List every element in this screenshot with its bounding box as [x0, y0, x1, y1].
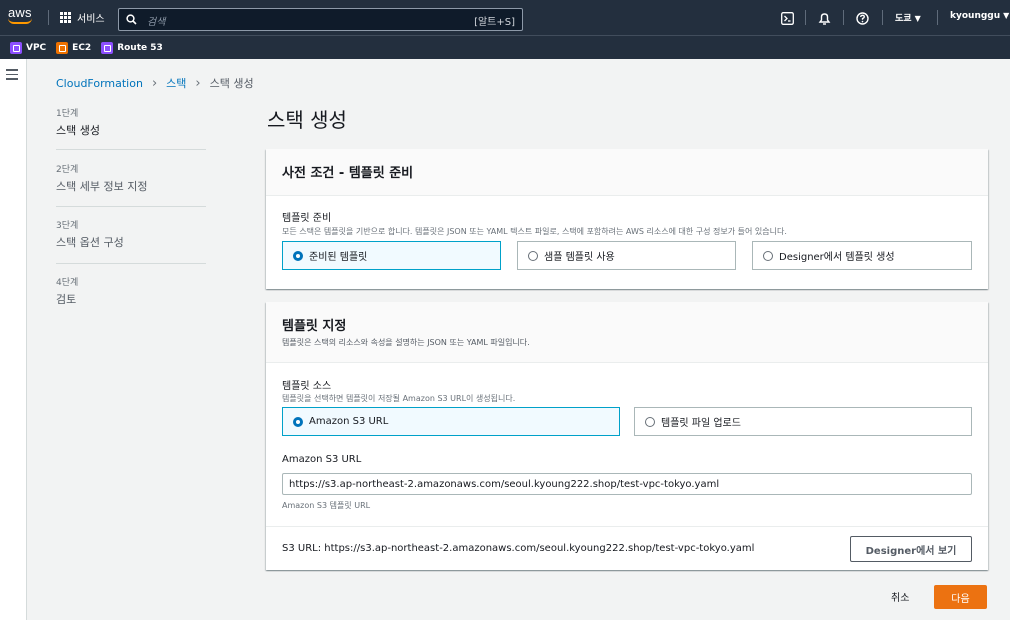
option-s3-url[interactable]: Amazon S3 URL	[282, 407, 620, 436]
favorite-label: Route 53	[117, 42, 163, 53]
s3-url-display: S3 URL: https://s3.ap-northeast-2.amazon…	[282, 543, 755, 554]
caret-down-icon: ▼	[914, 14, 921, 23]
favorite-ec2[interactable]: EC2	[56, 41, 92, 54]
favorite-label: EC2	[72, 42, 92, 53]
radio-selected-icon	[293, 416, 303, 427]
breadcrumb-stacks[interactable]: 스택	[166, 75, 186, 91]
search-icon	[126, 14, 137, 25]
route53-icon	[101, 41, 114, 54]
top-navigation: aws 서비스 검색 [알트+S] 도쿄 ▼ kyounggu ▼	[0, 0, 1010, 35]
option-upload-file[interactable]: 템플릿 파일 업로드	[634, 407, 972, 436]
divider	[805, 10, 806, 25]
page-title: 스택 생성	[267, 108, 347, 132]
option-label: Designer에서 템플릿 생성	[779, 252, 895, 263]
field-label: 템플릿 소스	[282, 381, 332, 392]
step-name: 검토	[56, 293, 77, 306]
step-name: 스택 옵션 구성	[56, 236, 124, 249]
step-number: 1단계	[56, 109, 79, 119]
step-2: 2단계 스택 세부 정보 지정	[56, 162, 206, 194]
divider	[843, 10, 844, 25]
option-label: 템플릿 파일 업로드	[661, 418, 741, 429]
breadcrumb-current: 스택 생성	[209, 77, 254, 90]
region-label: 도쿄	[895, 14, 912, 24]
divider	[48, 10, 49, 25]
bell-icon[interactable]	[816, 10, 832, 26]
field-label: Amazon S3 URL	[282, 454, 362, 465]
region-selector[interactable]: 도쿄 ▼	[895, 11, 921, 24]
option-designer-template[interactable]: Designer에서 템플릿 생성	[752, 241, 972, 270]
grid-icon	[60, 12, 71, 23]
aws-logo[interactable]: aws	[8, 6, 38, 30]
aws-logo-text: aws	[8, 5, 32, 20]
option-ready-template[interactable]: 준비된 템플릿	[282, 241, 501, 270]
divider	[56, 149, 206, 150]
divider	[882, 10, 883, 25]
favorite-vpc[interactable]: VPC	[10, 41, 47, 54]
breadcrumb: CloudFormation › 스택 › 스택 생성	[56, 75, 254, 91]
account-menu[interactable]: kyounggu ▼	[950, 11, 1009, 21]
field-description: 템플릿을 선택하면 템플릿이 저장될 Amazon S3 URL이 생성됩니다.	[282, 394, 516, 403]
s3-url-input[interactable]	[282, 473, 972, 495]
panel-header: 사전 조건 - 템플릿 준비	[266, 149, 988, 196]
field-description: 모든 스택은 템플릿을 기반으로 합니다. 템플릿은 JSON 또는 YAML …	[282, 227, 787, 236]
chevron-right-icon: ›	[151, 75, 158, 91]
step-number: 4단계	[56, 278, 79, 288]
option-label: 샘플 템플릿 사용	[544, 252, 615, 263]
panel-title: 템플릿 지정	[282, 319, 347, 334]
specify-template-panel: 템플릿 지정 템플릿은 스택의 리소스와 속성을 설명하는 JSON 또는 YA…	[266, 302, 988, 570]
radio-icon	[763, 250, 773, 261]
prerequisite-panel: 사전 조건 - 템플릿 준비 템플릿 준비 모든 스택은 템플릿을 기반으로 합…	[266, 149, 988, 289]
radio-icon	[528, 250, 538, 261]
chevron-right-icon: ›	[195, 75, 201, 91]
favorite-label: VPC	[26, 42, 47, 53]
next-button[interactable]: 다음	[934, 585, 987, 609]
panel-footer: S3 URL: https://s3.ap-northeast-2.amazon…	[266, 526, 988, 570]
option-label: 준비된 템플릿	[309, 252, 368, 263]
step-1: 1단계 스택 생성	[56, 106, 206, 138]
help-icon[interactable]	[854, 10, 870, 26]
favorites-bar: VPC EC2 Route 53	[0, 35, 1010, 59]
option-label: Amazon S3 URL	[309, 416, 389, 427]
step-4: 4단계 검토	[56, 275, 206, 307]
username-label: kyounggu	[950, 11, 1001, 21]
cancel-button[interactable]: 취소	[891, 589, 909, 604]
cloudshell-icon[interactable]	[779, 10, 795, 26]
field-label: 템플릿 준비	[282, 213, 332, 224]
side-navigation-rail	[0, 59, 27, 620]
divider	[56, 263, 206, 264]
panel-description: 템플릿은 스택의 리소스와 속성을 설명하는 JSON 또는 YAML 파일입니…	[282, 338, 530, 347]
step-3: 3단계 스택 옵션 구성	[56, 218, 206, 250]
panel-header: 템플릿 지정 템플릿은 스택의 리소스와 속성을 설명하는 JSON 또는 YA…	[266, 302, 988, 363]
caret-down-icon: ▼	[1003, 11, 1010, 20]
divider	[56, 206, 206, 207]
step-number: 3단계	[56, 221, 79, 231]
radio-selected-icon	[293, 250, 303, 261]
services-menu-button[interactable]: 서비스	[60, 9, 105, 26]
step-name: 스택 세부 정보 지정	[56, 180, 148, 193]
favorite-route53[interactable]: Route 53	[101, 41, 163, 54]
divider	[937, 10, 938, 25]
vpc-icon	[10, 41, 22, 54]
search-input[interactable]: 검색 [알트+S]	[118, 8, 523, 31]
field-hint: Amazon S3 템플릿 URL	[282, 501, 371, 510]
ec2-icon	[56, 41, 69, 54]
breadcrumb-cloudformation[interactable]: CloudFormation	[56, 77, 143, 90]
radio-icon	[645, 416, 655, 427]
step-name: 스택 생성	[56, 124, 100, 137]
search-shortcut: [알트+S]	[474, 17, 515, 28]
view-in-designer-button[interactable]: Designer에서 보기	[850, 536, 972, 562]
panel-title: 사전 조건 - 템플릿 준비	[282, 166, 414, 181]
option-sample-template[interactable]: 샘플 템플릿 사용	[517, 241, 736, 270]
step-number: 2단계	[56, 165, 79, 175]
menu-icon[interactable]	[6, 69, 18, 83]
search-placeholder: 검색	[147, 17, 166, 28]
services-label: 서비스	[77, 14, 105, 25]
